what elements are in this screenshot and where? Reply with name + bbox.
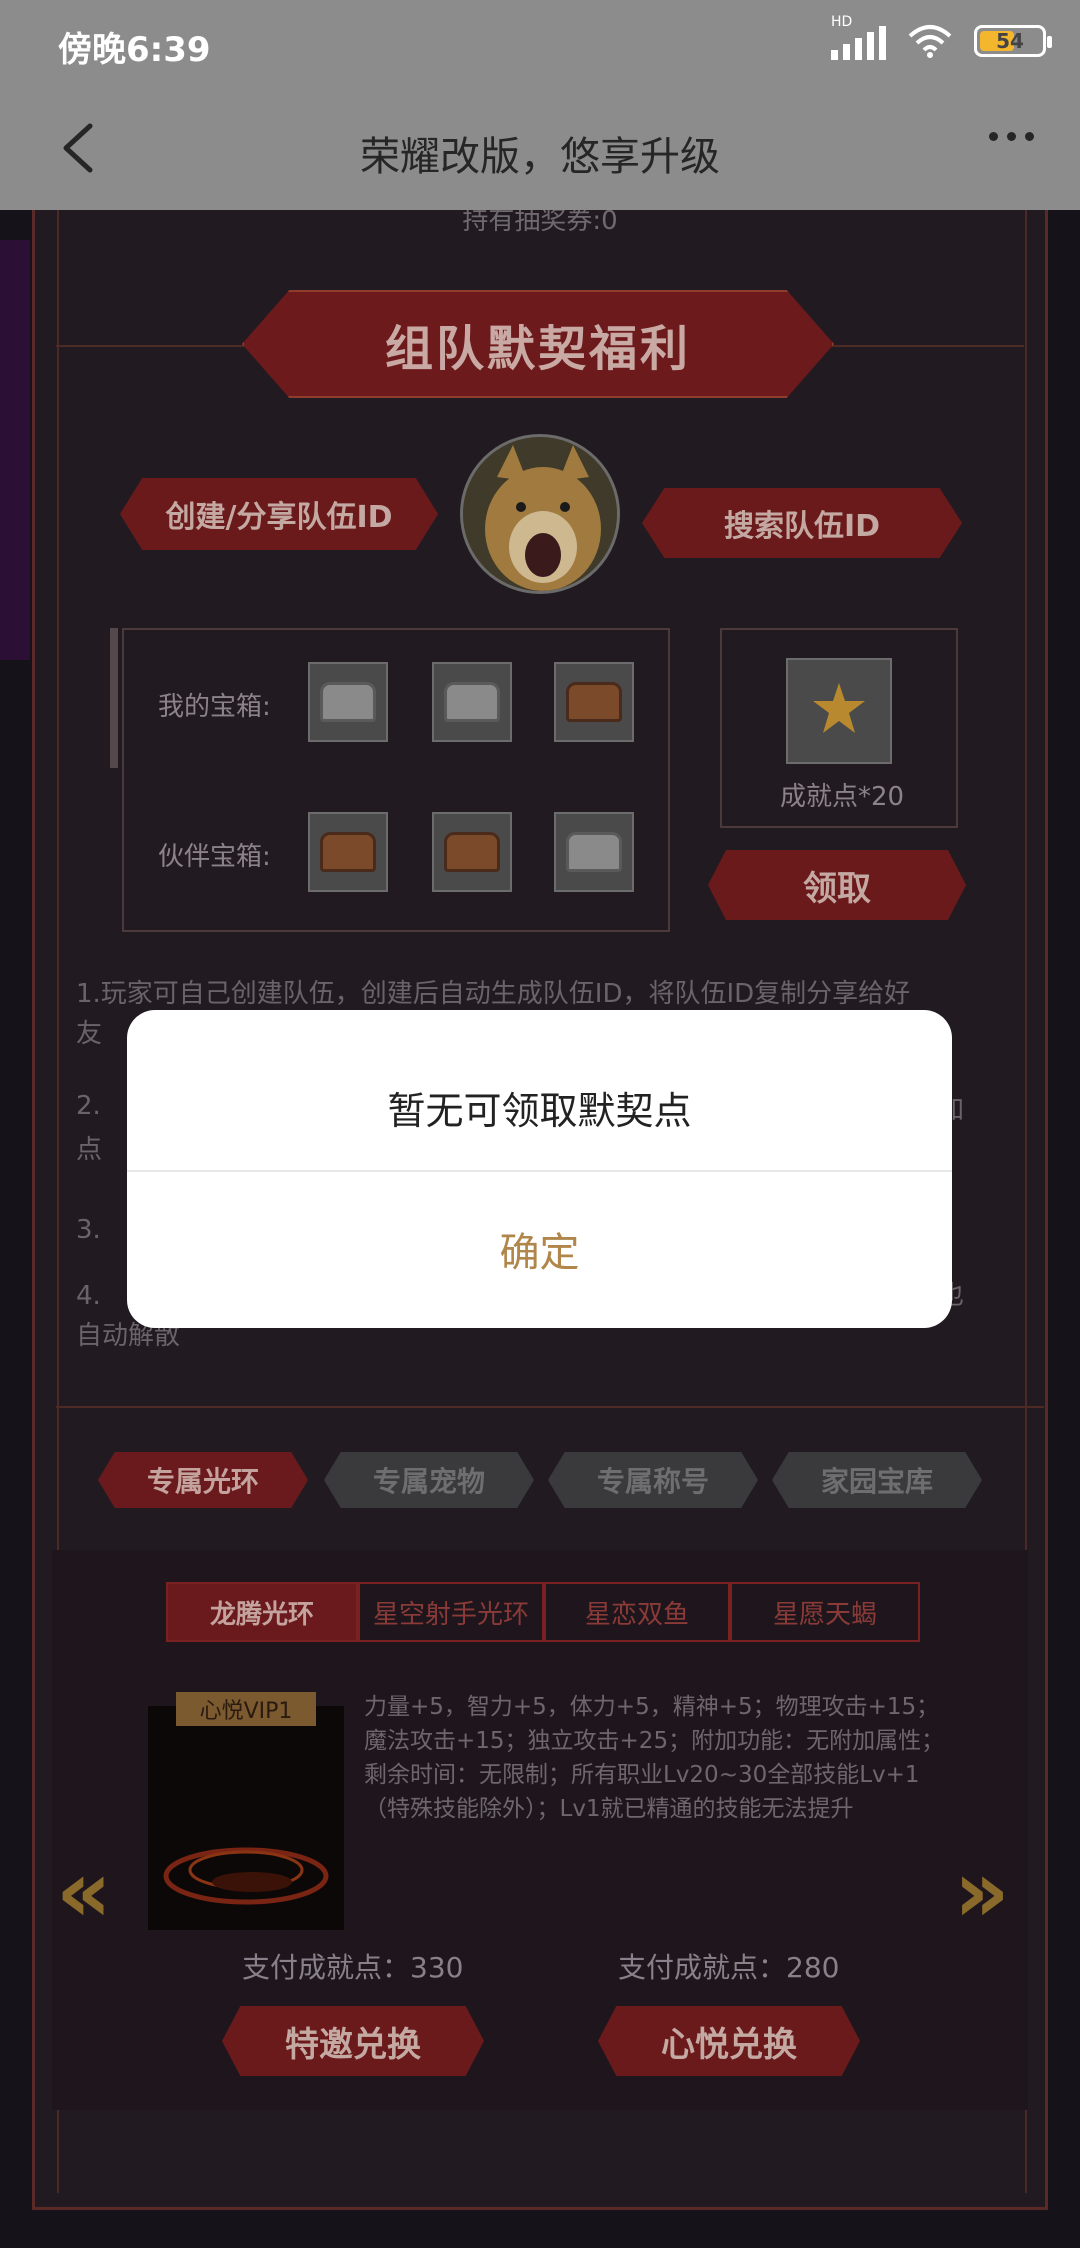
- achievement-reward-item[interactable]: [786, 658, 892, 764]
- system-icons: HD 54: [831, 14, 1052, 60]
- partner-chest-1[interactable]: [308, 812, 388, 892]
- confirm-button[interactable]: 确定: [127, 1170, 952, 1328]
- battery-icon: 54: [974, 25, 1052, 57]
- status-bar: 傍晚6:39 HD 54: [0, 0, 1080, 88]
- item-description: 力量+5，智力+5，体力+5，精神+5；物理攻击+15；魔法攻击+15；独立攻击…: [364, 1694, 945, 1822]
- alert-dialog: 暂无可领取默契点 确定: [127, 1010, 952, 1328]
- star-badge-icon: [813, 683, 865, 733]
- dog-avatar-icon: [463, 437, 617, 591]
- dialog-message: 暂无可领取默契点: [387, 1089, 692, 1133]
- aura-effect-icon: [163, 1847, 329, 1905]
- section-title-banner: 组队默契福利: [242, 290, 834, 398]
- tab-home-treasury[interactable]: 家园宝库: [772, 1452, 982, 1508]
- battery-level: 54: [996, 29, 1024, 53]
- achievement-reward-text: 成就点*20: [780, 782, 905, 812]
- ticket-count: 持有抽奖券:0: [462, 210, 618, 236]
- pay-cost-right: 支付成就点：280: [618, 1951, 840, 1984]
- network-type-label: HD: [831, 14, 853, 30]
- avatar[interactable]: [460, 434, 620, 594]
- tab-exclusive-pet[interactable]: 专属宠物: [324, 1452, 534, 1508]
- subtab-dragon-aura[interactable]: 龙腾光环: [166, 1582, 358, 1642]
- my-chest-2[interactable]: [432, 662, 512, 742]
- partner-chest-2[interactable]: [432, 812, 512, 892]
- signal-icon: HD: [831, 14, 886, 60]
- my-chest-3[interactable]: [554, 662, 634, 742]
- create-share-team-button[interactable]: 创建/分享队伍ID: [120, 478, 438, 550]
- subtab-pisces[interactable]: 星恋双鱼: [544, 1582, 730, 1642]
- app-bar: 荣耀改版，悠享升级: [0, 88, 1080, 210]
- vip-badge: 心悦VIP1: [176, 1692, 316, 1726]
- prev-arrow-icon[interactable]: «: [56, 1842, 112, 1942]
- divider: [56, 1406, 1044, 1408]
- scroll-decoration: [110, 628, 118, 768]
- special-exchange-button[interactable]: 特邀兑换: [222, 2006, 484, 2076]
- tab-exclusive-title[interactable]: 专属称号: [548, 1452, 758, 1508]
- partner-chests-label: 伙伴宝箱:: [158, 842, 271, 872]
- xinyue-exchange-button[interactable]: 心悦兑换: [598, 2006, 860, 2076]
- page-title: 荣耀改版，悠享升级: [360, 134, 720, 180]
- tab-exclusive-aura[interactable]: 专属光环: [98, 1452, 308, 1508]
- claim-button[interactable]: 领取: [708, 850, 966, 920]
- status-time: 傍晚6:39: [58, 30, 211, 70]
- side-decoration: [0, 240, 30, 660]
- subtab-sagittarius-aura[interactable]: 星空射手光环: [358, 1582, 544, 1642]
- rule-line-1: 1.玩家可自己创建队伍，创建后自动生成队伍ID，将队伍ID复制分享给好: [76, 979, 911, 1009]
- my-chests-label: 我的宝箱:: [158, 692, 271, 722]
- my-chest-1[interactable]: [308, 662, 388, 742]
- subtab-scorpio[interactable]: 星愿天蝎: [730, 1582, 920, 1642]
- more-icon[interactable]: [989, 132, 1034, 141]
- search-team-id-button[interactable]: 搜索队伍ID: [642, 488, 962, 558]
- partner-chest-3[interactable]: [554, 812, 634, 892]
- pay-cost-left: 支付成就点：330: [242, 1951, 464, 1984]
- next-arrow-icon[interactable]: »: [954, 1842, 1010, 1942]
- wifi-icon: [908, 25, 952, 58]
- aura-preview-image: [148, 1706, 344, 1930]
